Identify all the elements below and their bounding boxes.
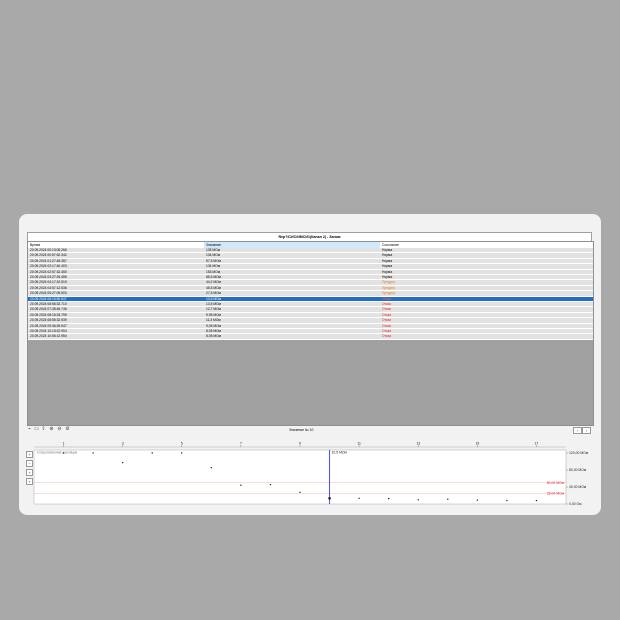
x-tick-label: 11 <box>357 442 361 446</box>
data-point <box>92 452 94 454</box>
cell-time: 20.09.2024 10:56:12.954 <box>30 334 67 339</box>
data-point <box>358 497 360 499</box>
plot-frame <box>33 449 567 505</box>
x-tick-label: 9 <box>299 442 301 446</box>
x-tick-label: 7 <box>240 442 242 446</box>
data-point <box>210 466 213 469</box>
data-point <box>269 483 272 486</box>
data-point <box>121 461 124 464</box>
data-point <box>299 491 301 494</box>
chart-area: + − ˄ ˅ 1 3 5 7 9 11 13 15 17 120,00 МОм 80,00 МОм… <box>19 440 601 510</box>
chart-legend: Сопротивление изоляции <box>37 451 77 455</box>
data-point <box>328 496 331 500</box>
y-tick-label: 120,00 МОм <box>569 451 589 455</box>
threshold-label: 25,00 МОм <box>547 492 565 496</box>
prev-icon[interactable]: ‹ <box>573 427 582 434</box>
data-point <box>417 499 419 501</box>
resistance-chart: 1 3 5 7 9 11 13 15 17120,00 МОм80,00 МОм40,00 МО… <box>33 442 589 506</box>
data-point <box>447 498 449 500</box>
data-point <box>506 499 508 502</box>
settings-icon[interactable]: ⚙ <box>65 427 70 432</box>
x-tick-label: 3 <box>122 442 124 446</box>
threshold-label: 50,00 МОм <box>547 481 565 485</box>
chart-toolbar: ⌁ ▭ ⇪ ⊕ ⊖ ⚙ Значение № 10 ‹ › <box>27 426 592 434</box>
value-counter: Значение № 10 <box>289 428 314 432</box>
main-panel: Rep?ICИC/ИМСИ1(Канал 2) - Заним Время Зн… <box>19 214 601 515</box>
cell-state: Отказ <box>382 334 391 339</box>
x-tick-label: 5 <box>181 442 183 446</box>
data-point <box>181 452 183 454</box>
data-point <box>535 499 538 502</box>
export-icon[interactable]: ⇪ <box>41 427 46 432</box>
data-point <box>151 452 153 454</box>
table-row[interactable]: 20.09.2024 10:56:12.954 8,05 МОм Отказ <box>28 334 593 340</box>
zoom-out-icon[interactable]: ⊖ <box>57 427 62 432</box>
chart-bar-icon[interactable]: ▭ <box>34 427 39 432</box>
data-point <box>387 497 390 500</box>
cell-value: 8,05 МОм <box>206 334 221 339</box>
cursor-label: 10,5 МОм <box>332 451 348 455</box>
next-icon[interactable]: › <box>582 427 591 434</box>
x-tick-label: 17 <box>535 442 539 446</box>
chart-line-icon[interactable]: ⌁ <box>27 427 32 432</box>
data-point <box>476 499 479 501</box>
data-point <box>240 484 242 486</box>
data-point <box>62 452 65 454</box>
y-tick-label: 0,00 Ом <box>569 502 582 506</box>
zoom-in-icon[interactable]: ⊕ <box>49 427 54 432</box>
x-tick-label: 1 <box>63 442 65 446</box>
x-tick-label: 13 <box>416 442 420 446</box>
x-tick-label: 15 <box>475 442 479 446</box>
y-tick-label: 80,00 МОм <box>569 468 587 472</box>
y-tick-label: 40,00 МОм <box>569 485 587 489</box>
events-table: Время Значение Состояние 20.09.2024 00:1… <box>27 241 594 426</box>
